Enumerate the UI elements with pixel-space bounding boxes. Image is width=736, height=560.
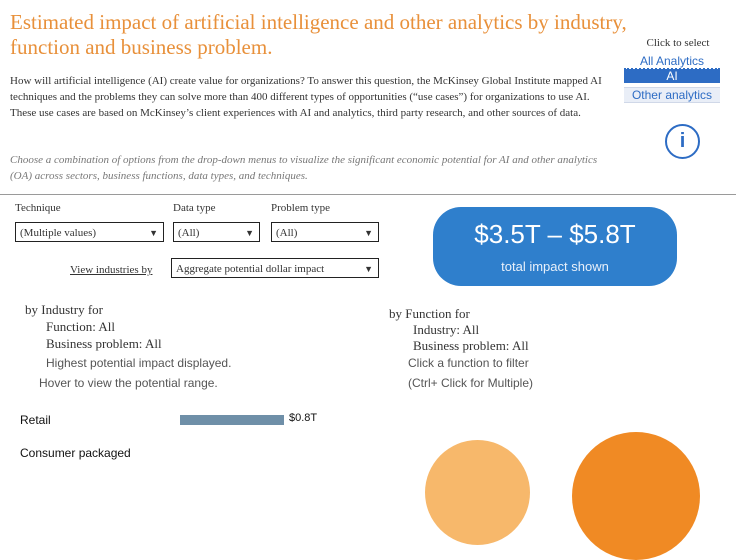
info-icon[interactable]: i	[665, 124, 700, 159]
industry-note-highest: Highest potential impact displayed.	[46, 356, 232, 370]
data-type-value: (All)	[178, 227, 200, 239]
industry-section-function: Function: All	[46, 319, 115, 334]
option-all-analytics[interactable]: All Analytics	[624, 54, 720, 70]
chevron-down-icon: ▼	[149, 228, 158, 238]
instructions-text: Choose a combination of options from the…	[10, 154, 598, 182]
function-section-industry: Industry: All	[413, 322, 480, 337]
problem-type-dropdown[interactable]: (All) ▼	[271, 222, 379, 242]
function-section-heading: by Function for	[389, 306, 470, 321]
divider	[0, 194, 736, 195]
intro-text: How will artificial intelligence (AI) cr…	[10, 75, 602, 119]
function-note-click: Click a function to filter	[408, 356, 529, 370]
function-bubble[interactable]	[425, 440, 530, 545]
analytics-selector-caption: Click to select	[646, 37, 710, 49]
total-impact-caption: total impact shown	[501, 259, 609, 274]
technique-dropdown[interactable]: (Multiple values) ▼	[15, 222, 164, 242]
industry-note-hover: Hover to view the potential range.	[39, 376, 218, 390]
industry-label-retail[interactable]: Retail	[20, 413, 51, 427]
view-by-value: Aggregate potential dollar impact	[176, 263, 325, 275]
data-type-dropdown[interactable]: (All) ▼	[173, 222, 260, 242]
option-ai[interactable]: AI	[624, 69, 720, 83]
function-note-ctrl: (Ctrl+ Click for Multiple)	[408, 376, 534, 390]
industry-value-retail: $0.8T	[289, 412, 318, 424]
industry-section-problem: Business problem: All	[46, 336, 162, 351]
page-title: Estimated impact of artificial intellige…	[10, 10, 627, 59]
total-impact-value: $3.5T – $5.8T	[474, 219, 636, 249]
industry-section-heading: by Industry for	[25, 302, 103, 317]
problem-type-label: Problem type	[271, 202, 330, 214]
function-section-problem: Business problem: All	[413, 338, 529, 353]
problem-type-value: (All)	[276, 227, 298, 239]
total-impact-badge: $3.5T – $5.8T total impact shown	[433, 207, 677, 286]
option-other-analytics[interactable]: Other analytics	[624, 87, 720, 103]
technique-label: Technique	[15, 202, 61, 214]
industry-label-consumer-packaged[interactable]: Consumer packaged	[20, 446, 131, 460]
chevron-down-icon: ▼	[245, 228, 254, 238]
technique-value: (Multiple values)	[20, 227, 97, 239]
chevron-down-icon: ▼	[364, 228, 373, 238]
view-by-dropdown[interactable]: Aggregate potential dollar impact ▼	[171, 258, 379, 278]
chevron-down-icon: ▼	[364, 264, 373, 274]
view-by-label: View industries by	[70, 264, 153, 276]
function-bubble[interactable]	[572, 432, 700, 560]
industry-bar-retail[interactable]	[180, 415, 284, 425]
data-type-label: Data type	[173, 202, 216, 214]
